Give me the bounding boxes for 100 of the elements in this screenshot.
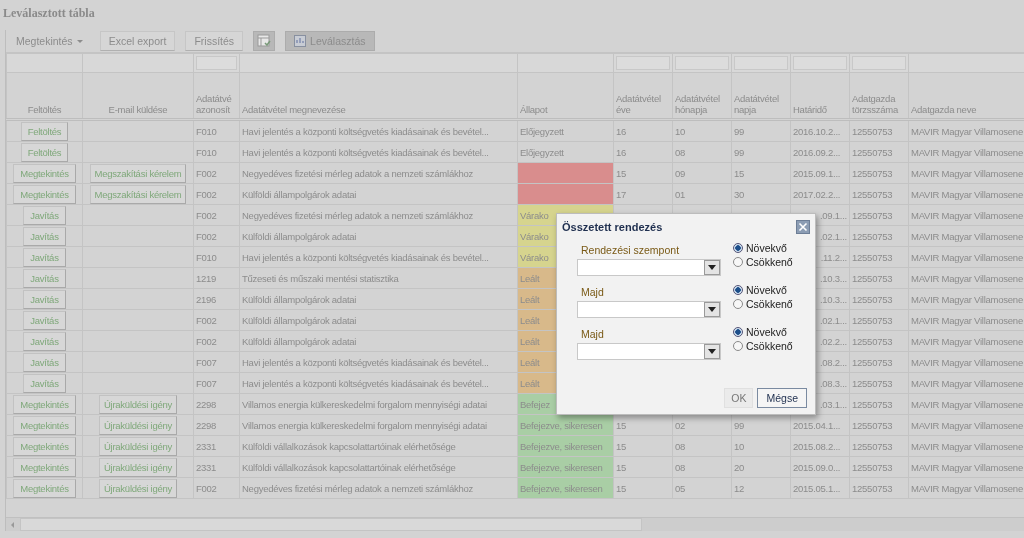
table-cell: 2196	[193, 288, 240, 310]
table-cell: 10	[672, 119, 732, 142]
radio-button[interactable]	[733, 327, 743, 337]
table-cell: 01	[672, 183, 732, 205]
action-button[interactable]: Megtekintés	[13, 394, 76, 414]
action-button[interactable]: Megtekintés	[13, 163, 76, 183]
request-button[interactable]: Újraküldési igény	[98, 457, 178, 477]
table-cell: Villamos energia külkereskedelmi forgalom mennyiségi adatai	[239, 414, 518, 436]
table-cell: Havi jelentés a központi költségvetés kiadásainak és bevétel...	[239, 372, 518, 394]
table-cell: Külföldi vállalkozások kapcsolattartóinak elérhetősége	[239, 456, 518, 478]
table-cell: 2016.09.2...	[790, 141, 850, 163]
request-button[interactable]: Újraküldési igény	[98, 394, 178, 414]
table-cell: 12550753	[849, 162, 909, 184]
request-button[interactable]: Megszakítási kérelem	[89, 184, 187, 204]
action-button[interactable]: Megtekintés	[13, 415, 76, 435]
action-button[interactable]: Javítás	[23, 310, 66, 330]
radio-button[interactable]	[733, 257, 743, 267]
radio-label[interactable]: Csökkenő	[746, 340, 793, 352]
dialog-button[interactable]: Mégse	[757, 388, 807, 408]
table-cell: 12550753	[849, 119, 909, 142]
table-cell: 15	[613, 435, 673, 457]
table-cell: F002	[193, 330, 240, 352]
radio-button[interactable]	[733, 341, 743, 351]
request-button[interactable]: Újraküldési igény	[98, 478, 178, 498]
dropdown-icon[interactable]	[704, 260, 720, 275]
table-cell: 2298	[193, 414, 240, 436]
dropdown-icon[interactable]	[704, 302, 720, 317]
status-cell: Előjegyzett	[517, 141, 614, 163]
column-header[interactable]: Adatátvétel megnevezése	[242, 104, 346, 115]
column-header[interactable]: Feltöltés	[27, 104, 62, 115]
view-menu[interactable]: Megtekintés	[9, 31, 90, 51]
table-cell: 16	[613, 141, 673, 163]
table-cell: 2017.02.2...	[790, 183, 850, 205]
action-button[interactable]: Megtekintés	[13, 478, 76, 498]
close-icon[interactable]	[796, 220, 810, 234]
radio-button[interactable]	[733, 243, 743, 253]
table-cell: 09	[672, 162, 732, 184]
action-button[interactable]: Megtekintés	[13, 457, 76, 477]
action-button[interactable]: Javítás	[23, 205, 66, 225]
table-cell: Külföldi állampolgárok adatai	[239, 309, 518, 331]
table-cell: 17	[613, 183, 673, 205]
table-cell: 2331	[193, 456, 240, 478]
table-cell: F002	[193, 477, 240, 499]
table-cell: 12550753	[849, 288, 909, 310]
request-button[interactable]: Újraküldési igény	[98, 415, 178, 435]
table-cell: 30	[731, 183, 791, 205]
table-cell: F002	[193, 225, 240, 247]
request-button[interactable]: Újraküldési igény	[98, 436, 178, 456]
table-cell: 12550753	[849, 372, 909, 394]
table-cell: Tűzeseti és műszaki mentési statisztika	[239, 267, 518, 289]
field-label: Majd	[580, 286, 605, 298]
radio-label[interactable]: Növekvő	[746, 284, 787, 296]
scroll-left-icon[interactable]	[10, 521, 16, 528]
radio-label[interactable]: Csökkenő	[746, 298, 793, 310]
action-button[interactable]: Javítás	[23, 289, 66, 309]
table-cell: Külföldi állampolgárok adatai	[239, 225, 518, 247]
radio-label[interactable]: Növekvő	[746, 326, 787, 338]
table-cell: 1219	[193, 267, 240, 289]
toolbar-button[interactable]: Excel export	[99, 31, 176, 51]
column-header[interactable]: Határidő	[793, 104, 827, 115]
table-cell: Külföldi állampolgárok adatai	[239, 330, 518, 352]
radio-button[interactable]	[733, 299, 743, 309]
table-cell: Villamos energia külkereskedelmi forgalom mennyiségi adatai	[239, 393, 518, 415]
request-button[interactable]: Megszakítási kérelem	[89, 163, 187, 183]
action-button[interactable]: Megtekintés	[13, 436, 76, 456]
horizontal-scrollbar[interactable]	[6, 517, 1024, 531]
dialog-button[interactable]: OK	[724, 388, 754, 408]
dropdown-icon[interactable]	[704, 344, 720, 359]
table-cell: F002	[193, 204, 240, 226]
action-button[interactable]: Feltöltés	[20, 142, 69, 162]
table-cell: 12550753	[849, 141, 909, 163]
table-cell: 20	[731, 456, 791, 478]
caret-icon	[76, 39, 83, 43]
column-header[interactable]: Állapot	[520, 104, 548, 115]
table-cell: Negyedéves fizetési mérleg adatok a nemzeti számlákhoz	[239, 204, 518, 226]
table-cell: 12550753	[849, 477, 909, 499]
table-cell: 08	[672, 456, 732, 478]
table-cell: Negyedéves fizetési mérleg adatok a nemzeti számlákhoz	[239, 477, 518, 499]
action-button[interactable]: Javítás	[23, 226, 66, 246]
action-button[interactable]: Javítás	[23, 331, 66, 351]
radio-button[interactable]	[733, 285, 743, 295]
table-cell: 99	[731, 119, 791, 142]
action-button[interactable]: Javítás	[23, 373, 66, 393]
table-cell: 15	[731, 162, 791, 184]
column-header[interactable]: E-mail küldése	[108, 104, 168, 115]
table-cell: Havi jelentés a központi költségvetés kiadásainak és bevétel...	[239, 351, 518, 373]
table-cell: Havi jelentés a központi költségvetés kiadásainak és bevétel...	[239, 141, 518, 163]
action-button[interactable]: Megtekintés	[13, 184, 76, 204]
table-cell: 12550753	[849, 330, 909, 352]
action-button[interactable]: Feltöltés	[20, 121, 69, 141]
column-header[interactable]: Adatgazda neve	[911, 104, 977, 115]
action-button[interactable]: Javítás	[23, 268, 66, 288]
chart-icon	[294, 35, 307, 47]
table-cell: Külföldi állampolgárok adatai	[239, 288, 518, 310]
action-button[interactable]: Javítás	[23, 352, 66, 372]
radio-label[interactable]: Csökkenő	[746, 256, 793, 268]
toolbar-button[interactable]: Frissítés	[185, 31, 244, 51]
radio-label[interactable]: Növekvő	[746, 242, 787, 254]
table-cell: 08	[672, 141, 732, 163]
action-button[interactable]: Javítás	[23, 247, 66, 267]
